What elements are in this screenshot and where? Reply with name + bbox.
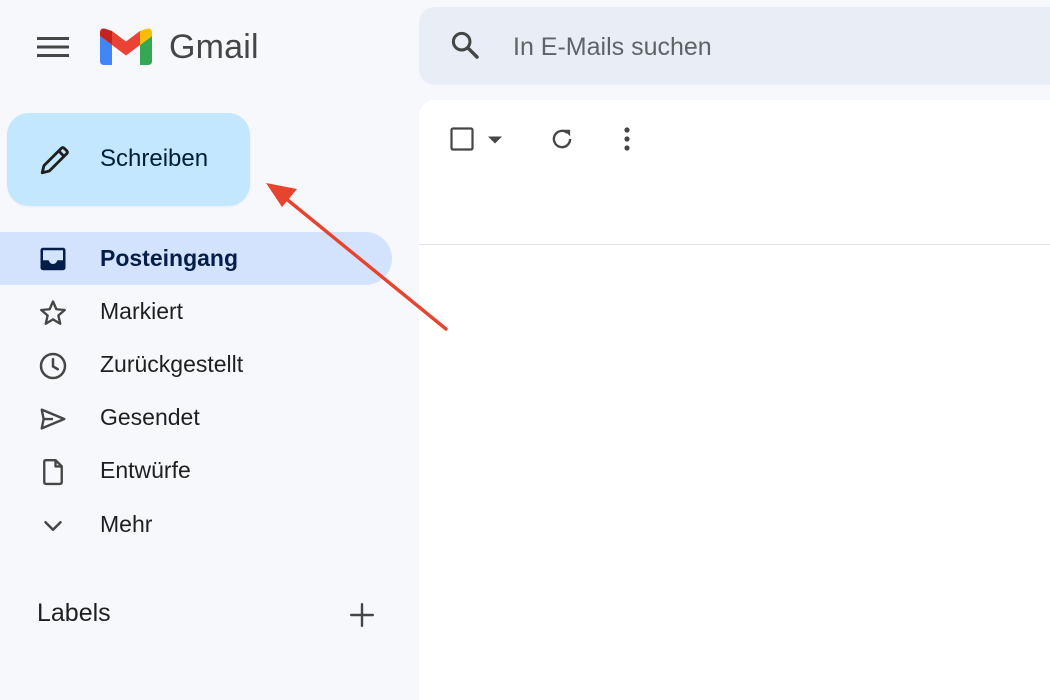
sidebar-item-starred[interactable]: Markiert xyxy=(0,285,392,338)
labels-section-title: Labels xyxy=(37,599,111,627)
compose-label: Schreiben xyxy=(100,145,209,172)
sidebar-item-label: Zurückgestellt xyxy=(100,351,244,377)
refresh-icon[interactable] xyxy=(549,126,575,152)
sidebar-item-drafts[interactable]: Entwürfe xyxy=(0,444,392,497)
plus-icon[interactable] xyxy=(344,597,380,633)
sidebar-item-label: Mehr xyxy=(100,511,153,537)
search-input[interactable] xyxy=(511,27,1035,67)
gmail-logo-icon[interactable] xyxy=(100,27,152,67)
sidebar-item-more[interactable]: Mehr xyxy=(0,498,392,551)
pencil-icon xyxy=(38,143,72,177)
more-vertical-icon[interactable] xyxy=(622,126,632,154)
send-icon xyxy=(38,404,68,434)
clock-icon xyxy=(38,351,68,381)
search-bar[interactable] xyxy=(419,7,1050,85)
sidebar-item-inbox[interactable]: Posteingang xyxy=(0,232,392,285)
checkbox-icon[interactable] xyxy=(450,127,474,151)
sidebar-item-label: Markiert xyxy=(100,298,184,324)
compose-button[interactable]: Schreiben xyxy=(7,113,250,206)
sidebar-item-snoozed[interactable]: Zurückgestellt xyxy=(0,338,392,391)
chevron-down-icon xyxy=(38,511,68,541)
sidebar-item-label: Gesendet xyxy=(100,404,200,430)
hamburger-menu-icon[interactable] xyxy=(26,24,80,70)
toolbar-divider xyxy=(419,244,1050,245)
message-list-panel xyxy=(419,100,1050,700)
caret-down-icon[interactable] xyxy=(487,135,503,145)
sidebar-item-label: Entwürfe xyxy=(100,457,191,483)
inbox-icon xyxy=(38,245,68,273)
search-icon[interactable] xyxy=(449,29,481,61)
sidebar-item-label: Posteingang xyxy=(100,245,239,271)
sidebar-item-sent[interactable]: Gesendet xyxy=(0,391,392,444)
star-icon xyxy=(38,298,68,328)
draft-icon xyxy=(38,457,68,487)
gmail-wordmark: Gmail xyxy=(169,28,259,66)
